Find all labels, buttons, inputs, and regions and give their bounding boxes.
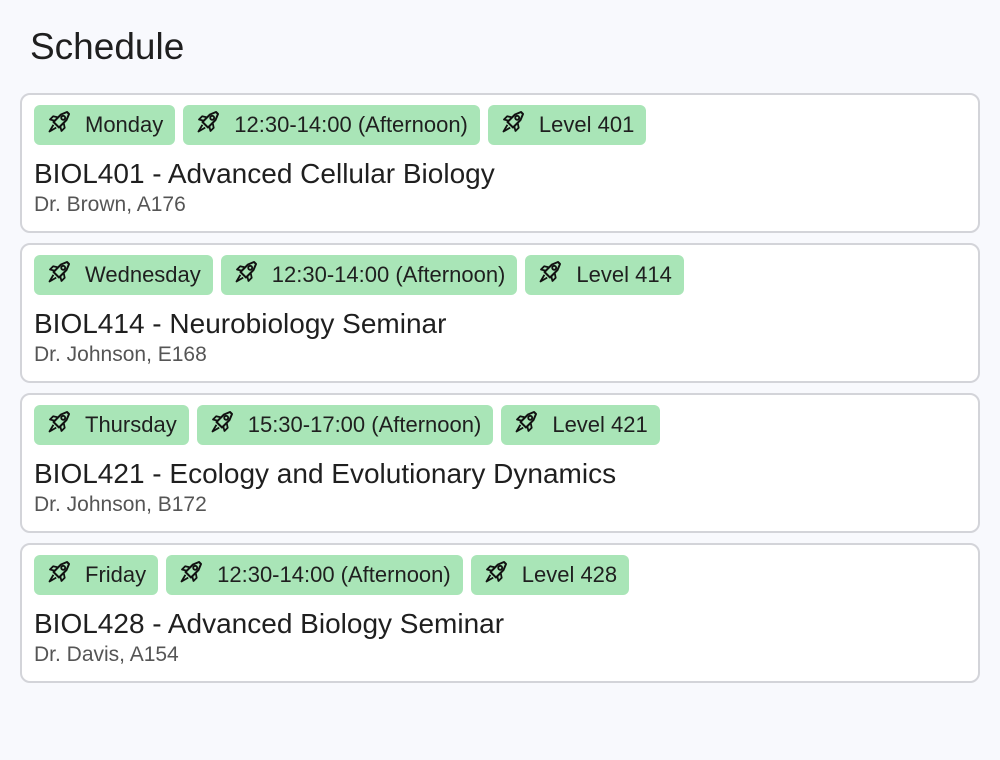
rocket-icon [195,109,221,135]
level-tag: Level 428 [470,555,630,595]
time-tag: 15:30-17:00 (Afternoon) [196,405,494,445]
level-tag: Level 401 [487,105,647,145]
course-tags: Wednesday 12:30-14:00 (Afternoon) Level … [34,255,966,295]
rocket-icon [46,409,72,435]
day-label: Monday [85,112,164,137]
page-title: Schedule [30,26,185,67]
day-tag: Friday [34,555,159,595]
rocket-icon [513,409,539,435]
day-tag: Monday [34,105,176,145]
course-list: Monday 12:30-14:00 (Afternoon) Level 401… [20,93,980,683]
schedule-page: Schedule Monday 12:30-14:00 (Afternoon) … [20,24,980,693]
day-label: Friday [85,562,147,587]
level-tag: Level 414 [525,255,684,295]
course-instructor-room: Dr. Johnson, E168 [34,343,207,366]
course-title: BIOL414 - Neurobiology Seminar [34,308,447,339]
course-tags: Friday 12:30-14:00 (Afternoon) Level 428 [34,555,966,595]
level-label: Level 401 [538,112,635,137]
course-title: BIOL421 - Ecology and Evolutionary Dynam… [34,458,617,489]
time-label: 15:30-17:00 (Afternoon) [247,412,482,437]
time-label: 12:30-14:00 (Afternoon) [271,262,506,287]
course-tags: Monday 12:30-14:00 (Afternoon) Level 401 [34,105,966,145]
rocket-icon [537,259,563,285]
rocket-icon [209,409,235,435]
rocket-icon [46,259,72,285]
course-card[interactable]: Friday 12:30-14:00 (Afternoon) Level 428… [20,543,980,683]
time-tag: 12:30-14:00 (Afternoon) [220,255,518,295]
level-tag: Level 421 [501,405,660,445]
level-label: Level 428 [521,562,618,587]
day-tag: Wednesday [34,255,213,295]
rocket-icon [233,259,259,285]
rocket-icon [46,109,72,135]
course-card[interactable]: Monday 12:30-14:00 (Afternoon) Level 401… [20,93,980,233]
course-title: BIOL428 - Advanced Biology Seminar [34,608,505,639]
time-label: 12:30-14:00 (Afternoon) [234,112,468,137]
day-tag: Thursday [34,405,189,445]
rocket-icon [500,109,526,135]
course-tags: Thursday 15:30-17:00 (Afternoon) Level 4… [34,405,966,445]
level-label: Level 414 [576,262,672,287]
course-title: BIOL401 - Advanced Cellular Biology [34,158,495,189]
course-instructor-room: Dr. Brown, A176 [34,193,186,216]
level-label: Level 421 [552,412,648,437]
day-label: Wednesday [85,262,201,287]
rocket-icon [483,559,509,585]
course-instructor-room: Dr. Johnson, B172 [34,493,207,516]
time-tag: 12:30-14:00 (Afternoon) [166,555,463,595]
course-instructor-room: Dr. Davis, A154 [34,643,179,666]
course-card[interactable]: Wednesday 12:30-14:00 (Afternoon) Level … [20,243,980,383]
time-tag: 12:30-14:00 (Afternoon) [183,105,480,145]
day-label: Thursday [85,412,177,437]
rocket-icon [46,559,72,585]
course-card[interactable]: Thursday 15:30-17:00 (Afternoon) Level 4… [20,393,980,533]
rocket-icon [178,559,204,585]
time-label: 12:30-14:00 (Afternoon) [217,562,451,587]
